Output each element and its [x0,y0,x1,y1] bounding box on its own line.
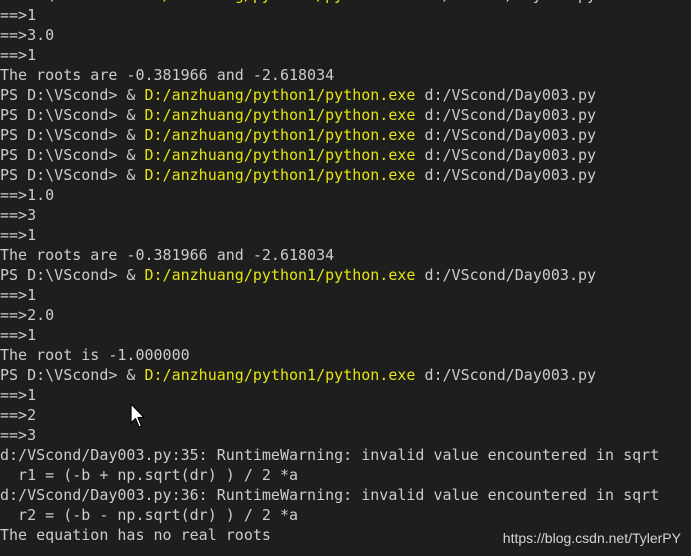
terminal-text: d:/VScond/Day003.py [415,126,597,144]
terminal-line: PS D:\VScond> & D:/anzhuang/python1/pyth… [0,125,691,145]
executable-path: D:/anzhuang/python1/python.exe [145,0,416,4]
executable-path: D:/anzhuang/python1/python.exe [144,366,416,384]
terminal-text: d:/VScond/Day003.py:35: RuntimeWarning: … [0,446,660,464]
terminal-line: PS D:\VScond> & D:/anzhuang/python1/pyth… [0,365,691,385]
terminal-line: PS D:\VScond> & D:/anzhuang/python1/pyth… [0,85,691,105]
terminal-text: PS D:\VScond> & [0,126,145,144]
terminal-line: d:/VScond/Day003.py:36: RuntimeWarning: … [0,485,691,505]
terminal-line: PS D:\VScond> & D:/anzhuang/python1/pyth… [0,265,691,285]
terminal-text: ==>3 [0,426,37,444]
terminal-text: PS D:\VScond> & [0,166,145,184]
terminal-line: The roots are -0.381966 and -2.618034 [0,245,691,265]
terminal-line: r1 = (-b + np.sqrt(dr) ) / 2 *a [0,465,691,485]
terminal-line: ==>2 [0,405,691,425]
terminal-text: d:/VScond/Day003.py [415,0,596,4]
mouse-cursor-icon [130,403,145,428]
terminal-line: PS D:\VScond> & D:/anzhuang/python1/pyth… [0,165,691,185]
terminal-text: ==>3.0 [0,26,55,44]
terminal-text: ==>1 [0,46,37,64]
executable-path: D:/anzhuang/python1/python.exe [144,106,416,124]
terminal-line: d:/VScond/Day003.py:35: RuntimeWarning: … [0,445,691,465]
terminal-text: ==>1 [0,386,37,404]
terminal-line: ==>1 [0,325,691,345]
terminal-text: PS D:\VScond> & [0,266,145,284]
terminal-text: r1 = (-b + np.sqrt(dr) ) / 2 *a [0,466,299,484]
terminal-text: ==>2 [0,406,37,424]
terminal-text: ==>2.0 [0,306,55,324]
terminal-text: The root is -1.000000 [0,346,190,364]
terminal-text: ==>1.0 [0,186,55,204]
terminal-text: ==>1 [0,326,37,344]
terminal-text: d:/VScond/Day003.py [415,106,597,124]
terminal-line: ==>3 [0,425,691,445]
executable-path: D:/anzhuang/python1/python.exe [144,126,416,144]
terminal-text: d:/VScond/Day003.py [415,266,597,284]
terminal-line: ==>1 [0,385,691,405]
terminal-text: d:/VScond/Day003.py [415,366,597,384]
terminal-text: ==>1 [0,286,37,304]
terminal-text: ==>3 [0,206,37,224]
terminal-line: PS D:\VScond> & D:/anzhuang/python1/pyth… [0,0,691,5]
terminal-line: The roots are -0.381966 and -2.618034 [0,65,691,85]
terminal-line: ==>2.0 [0,305,691,325]
terminal-text: PS D:\VScond> & [0,106,145,124]
terminal-line: ==>1 [0,5,691,25]
terminal-text: d:/VScond/Day003.py [415,86,597,104]
terminal-text: d:/VScond/Day003.py [415,146,597,164]
executable-path: D:/anzhuang/python1/python.exe [144,266,416,284]
executable-path: D:/anzhuang/python1/python.exe [144,86,416,104]
terminal-text: PS D:\VScond> & [0,86,145,104]
terminal-text: PS D:\VScond> & [0,366,145,384]
terminal-output[interactable]: PS D:\VScond> & D:/anzhuang/python1/pyth… [0,0,691,545]
terminal-text: PS D:\VScond> & [0,146,145,164]
terminal-line: ==>1 [0,45,691,65]
terminal-line: ==>3 [0,205,691,225]
terminal-line: ==>1.0 [0,185,691,205]
terminal-text: The equation has no real roots [0,526,271,544]
terminal-text: ==>1 [0,6,37,24]
terminal-text: The roots are -0.381966 and -2.618034 [0,246,335,264]
terminal-line: r2 = (-b - np.sqrt(dr) ) / 2 *a [0,505,691,525]
terminal-text: ==>1 [0,226,37,244]
executable-path: D:/anzhuang/python1/python.exe [144,166,416,184]
terminal-line: PS D:\VScond> & D:/anzhuang/python1/pyth… [0,105,691,125]
terminal-line: PS D:\VScond> & D:/anzhuang/python1/pyth… [0,145,691,165]
terminal-line: ==>1 [0,225,691,245]
terminal-line: ==>1 [0,285,691,305]
terminal-text: The roots are -0.381966 and -2.618034 [0,66,335,84]
watermark: https://blog.csdn.net/TylerPY [502,530,681,546]
terminal-text: r2 = (-b - np.sqrt(dr) ) / 2 *a [0,506,299,524]
executable-path: D:/anzhuang/python1/python.exe [144,146,416,164]
terminal-text: d:/VScond/Day003.py [415,166,597,184]
terminal-text: d:/VScond/Day003.py:36: RuntimeWarning: … [0,486,660,504]
terminal-text: PS D:\VScond> & [0,0,145,4]
terminal-line: The root is -1.000000 [0,345,691,365]
terminal-line: ==>3.0 [0,25,691,45]
